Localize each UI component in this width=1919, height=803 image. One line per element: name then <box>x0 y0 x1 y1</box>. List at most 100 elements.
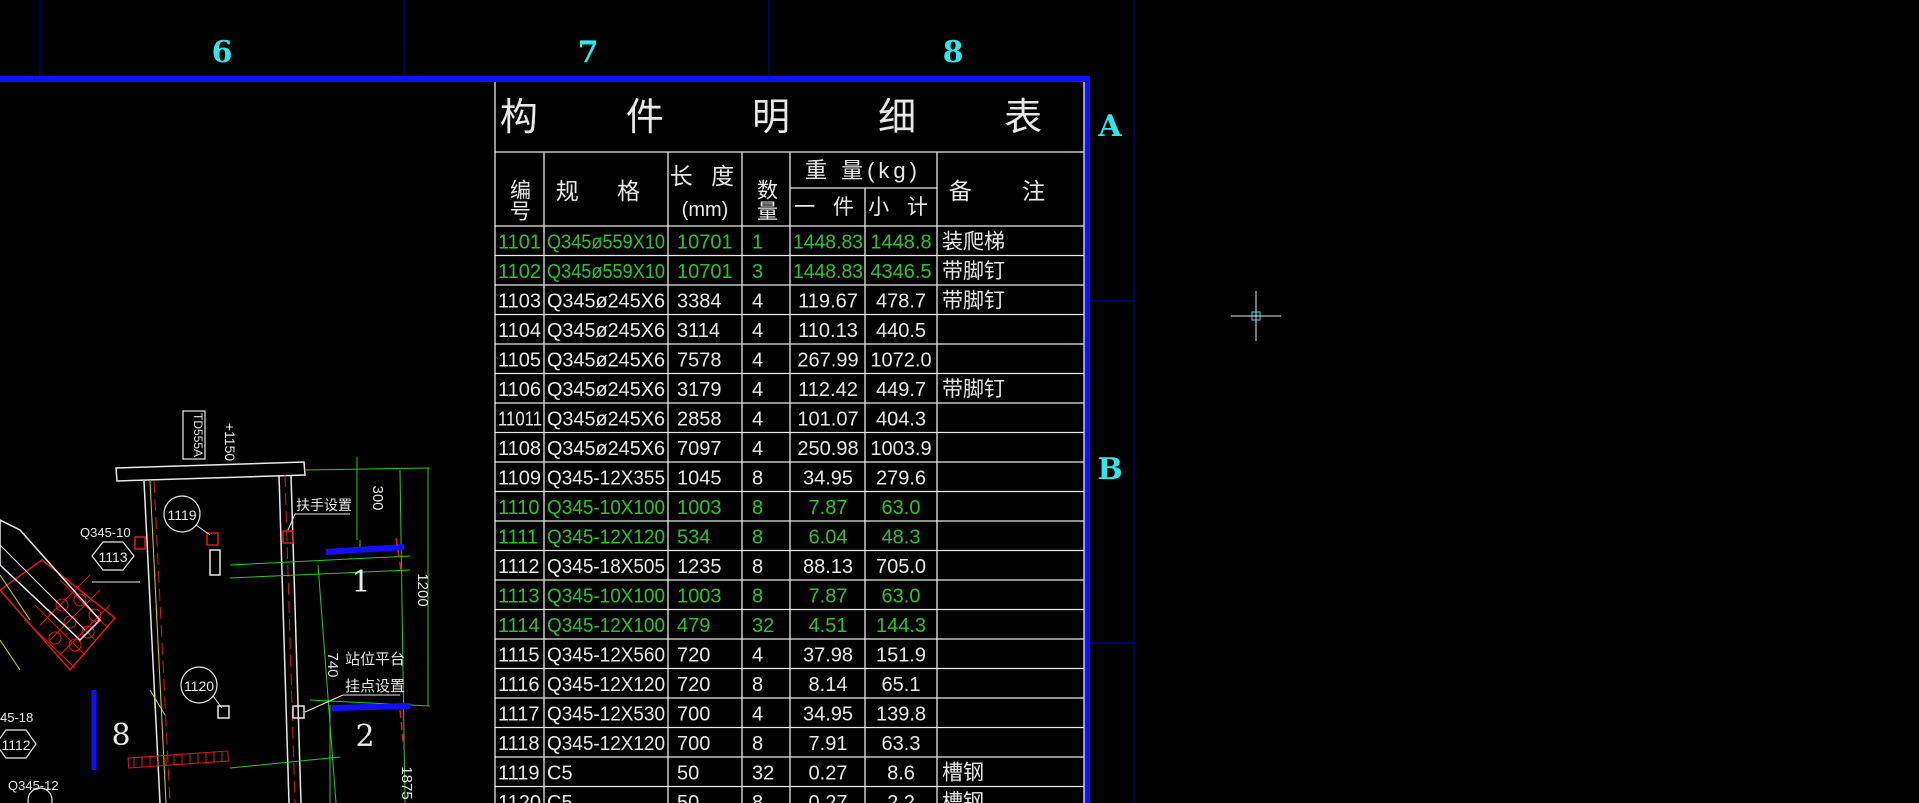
dim-740: 740 <box>324 652 341 677</box>
cell-sub: 65.1 <box>882 674 921 696</box>
cell-qty: 4 <box>752 379 763 401</box>
dim-1200: 1200 <box>414 573 431 606</box>
cell-remark: 带脚钉 <box>942 290 1005 313</box>
cell-spec: Q345-12X120 <box>547 733 665 755</box>
header-weight-each: 一 件 <box>794 196 860 219</box>
cell-qty: 8 <box>752 468 763 490</box>
cell-length: 50 <box>677 763 699 785</box>
header-code: 编号 <box>508 179 532 221</box>
cell-sub: 63.3 <box>882 733 921 755</box>
cell-spec: C5 <box>547 763 573 785</box>
cell-code: 1108 <box>498 438 541 460</box>
cell-qty: 8 <box>752 792 763 803</box>
cell-each: 250.98 <box>797 438 858 460</box>
cell-code: 1109 <box>498 468 541 490</box>
balloon-label: 1119 <box>167 507 196 523</box>
cell-sub: 151.9 <box>876 645 926 667</box>
cell-sub: 404.3 <box>876 409 926 431</box>
cell-code: 1118 <box>498 733 540 755</box>
cell-spec: Q345ø245X6 <box>547 379 665 401</box>
cell-each: 4.51 <box>809 615 848 637</box>
cell-length: 2858 <box>677 409 722 431</box>
cell-length: 10701 <box>677 232 733 254</box>
balloon-label: 1112 <box>1 737 30 753</box>
cell-each: 110.13 <box>798 320 858 342</box>
header-remark: 备 注 <box>949 178 1067 204</box>
cell-length: 720 <box>677 674 710 696</box>
cell-code: 1111 <box>498 527 538 549</box>
cell-each: 0.27 <box>809 763 848 785</box>
table-row[interactable]: 1102 Q345ø559X10 10701 3 1448.83 4346.5 带脚钉 <box>498 260 1005 283</box>
cell-each: 7.91 <box>809 733 848 755</box>
cell-spec: Q345-12X120 <box>547 674 665 696</box>
plate-label-left: 45-18 <box>0 710 33 725</box>
cell-qty: 8 <box>752 586 763 608</box>
cell-sub: 705.0 <box>876 556 926 578</box>
column-marker-6: 6 <box>212 35 233 70</box>
tag-box-label: TD555A <box>191 413 205 457</box>
cell-qty: 8 <box>752 674 763 696</box>
cell-code: 1113 <box>498 586 540 608</box>
header-qty: 数量 <box>755 179 779 221</box>
cell-each: 88.13 <box>803 556 853 578</box>
cell-spec: Q345ø245X6 <box>547 320 665 342</box>
cell-remark: 带脚钉 <box>942 378 1005 401</box>
cell-qty: 4 <box>752 645 763 667</box>
cell-spec: Q345-12X120 <box>547 527 665 549</box>
header-length: 长 度 <box>670 163 740 189</box>
cell-length: 3114 <box>677 320 720 342</box>
cell-length: 7578 <box>677 350 722 372</box>
cell-code: 1106 <box>498 379 541 401</box>
cell-sub: 440.5 <box>876 320 926 342</box>
platform-bar <box>331 703 411 711</box>
cell-qty: 4 <box>752 291 763 313</box>
cell-spec: Q345ø245X6 <box>547 409 665 431</box>
plate-label-top: Q345-10 <box>80 525 131 540</box>
cell-sub: 1003.9 <box>870 438 931 460</box>
cell-each: 7.87 <box>809 497 848 519</box>
cell-qty: 32 <box>752 615 774 637</box>
cell-each: 119.67 <box>798 291 858 313</box>
cell-length: 1235 <box>677 556 722 578</box>
cell-qty: 32 <box>752 763 774 785</box>
column-marker-7: 7 <box>578 35 599 70</box>
cell-qty: 4 <box>752 438 763 460</box>
cad-model-space[interactable]: 6 7 8 A B 构 件 明 细 表 编号 规 格 长 度 (mm) 数量 重… <box>0 0 1919 803</box>
cell-spec: Q345ø245X6 <box>547 291 665 313</box>
cell-each: 112.42 <box>798 379 858 401</box>
balloon-label: 1120 <box>184 678 214 694</box>
table-title: 构 件 明 细 表 <box>500 95 1080 139</box>
cell-length: 700 <box>677 733 710 755</box>
cell-length: 700 <box>677 704 710 726</box>
hanger-note: 挂点设置 <box>345 678 405 695</box>
cell-code: 1117 <box>498 704 540 726</box>
cell-spec: Q345-12X100 <box>547 615 665 637</box>
cell-each: 34.95 <box>803 468 853 490</box>
row-marker-A: A <box>1097 109 1122 144</box>
cell-remark: 带脚钉 <box>942 260 1005 283</box>
cell-code: 1101 <box>498 232 541 254</box>
cell-code: 1110 <box>498 497 540 519</box>
cell-remark: 槽钢 <box>942 762 984 785</box>
cell-qty: 4 <box>752 350 763 372</box>
cell-each: 6.04 <box>809 527 848 549</box>
cell-spec: C5 <box>547 792 573 803</box>
cell-remark: 装爬梯 <box>942 231 1005 254</box>
table-row[interactable]: 1101 Q345ø559X10 10701 1 1448.83 1448.8 装爬梯 <box>498 231 1005 254</box>
cell-qty: 4 <box>752 409 763 431</box>
cell-length: 479 <box>677 615 710 637</box>
cell-each: 8.14 <box>809 674 848 696</box>
header-length-unit: (mm) <box>682 199 729 221</box>
cell-code: 1104 <box>498 320 541 342</box>
cell-spec: Q345ø245X6 <box>547 350 665 372</box>
cell-length: 1003 <box>677 497 722 519</box>
section-mark-2: 2 <box>355 719 374 754</box>
cell-each: 101.07 <box>797 409 858 431</box>
cell-length: 10701 <box>677 261 733 283</box>
cell-sub: 144.3 <box>876 615 926 637</box>
cell-spec: Q345ø245X6 <box>547 438 665 460</box>
cell-sub: 1072.0 <box>870 350 931 372</box>
cell-each: 267.99 <box>797 350 858 372</box>
cell-length: 1045 <box>677 468 722 490</box>
cell-length: 720 <box>677 645 710 667</box>
